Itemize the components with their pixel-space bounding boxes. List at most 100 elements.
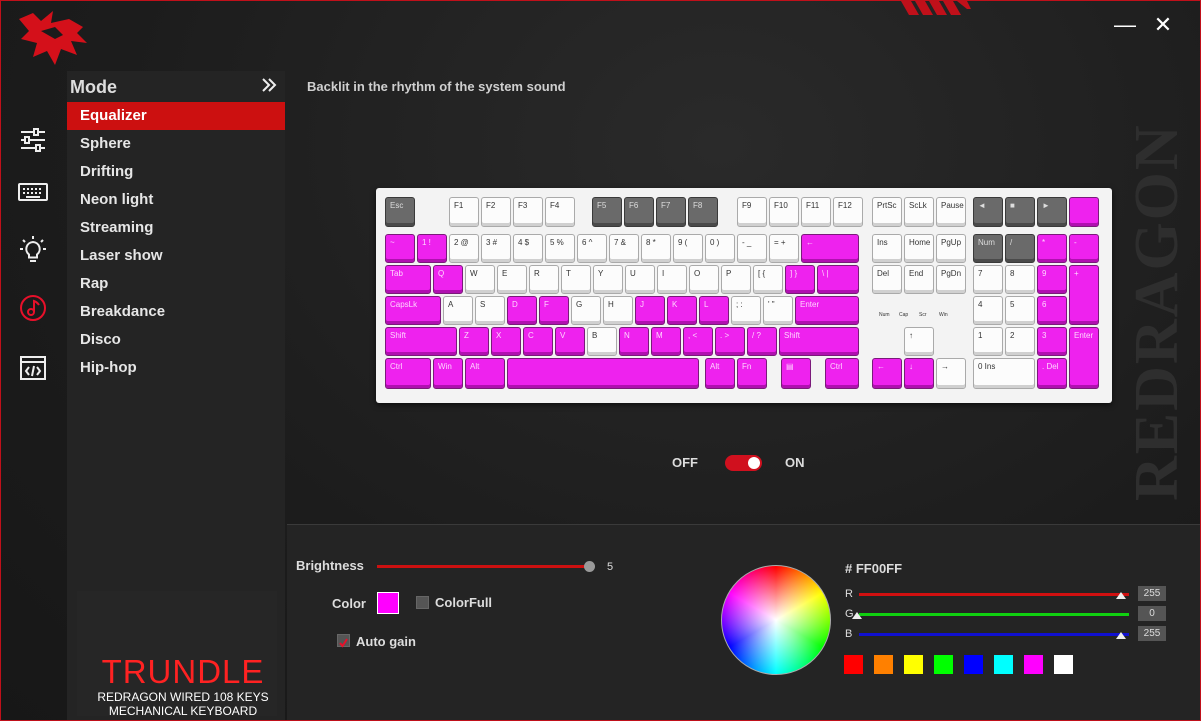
key[interactable]: 0 Ins [973,358,1035,389]
key[interactable]: ← [801,234,859,263]
key[interactable]: 7 [973,265,1003,294]
key[interactable]: C [523,327,553,356]
mode-item-drifting[interactable]: Drifting [67,158,285,186]
key[interactable]: + [1069,265,1099,325]
key[interactable]: A [443,296,473,325]
key[interactable]: F9 [737,197,767,227]
key[interactable]: \ | [817,265,859,294]
key[interactable]: Tab [385,265,431,294]
key[interactable]: 1 [973,327,1003,356]
key[interactable]: . Del [1037,358,1067,389]
key[interactable]: Num [973,234,1003,263]
key[interactable]: F4 [545,197,575,227]
key[interactable]: Del [872,265,902,294]
key[interactable]: 3 [1037,327,1067,356]
key[interactable]: 8 * [641,234,671,263]
key[interactable] [1069,197,1099,227]
preset-color-swatch[interactable] [904,655,923,674]
mode-item-neon-light[interactable]: Neon light [67,186,285,214]
key[interactable]: Pause [936,197,966,227]
key[interactable]: Z [459,327,489,356]
preset-color-swatch[interactable] [1054,655,1073,674]
mode-item-equalizer[interactable]: Equalizer [67,102,285,130]
key[interactable]: Shift [385,327,457,356]
key[interactable]: End [904,265,934,294]
key[interactable]: F10 [769,197,799,227]
key[interactable]: S [475,296,505,325]
key[interactable]: V [555,327,585,356]
key[interactable]: E [497,265,527,294]
key[interactable]: Win [433,358,463,389]
key[interactable]: ; : [731,296,761,325]
key[interactable]: * [1037,234,1067,263]
mode-item-laser-show[interactable]: Laser show [67,242,285,270]
key[interactable]: [ { [753,265,783,294]
keyboard-icon[interactable] [17,176,49,208]
key[interactable]: 0 ) [705,234,735,263]
key[interactable]: Enter [1069,327,1099,389]
key[interactable]: Alt [465,358,505,389]
mode-item-breakdance[interactable]: Breakdance [67,298,285,326]
key[interactable]: 5 % [545,234,575,263]
key[interactable]: 2 [1005,327,1035,356]
key[interactable]: J [635,296,665,325]
b-slider-thumb[interactable] [1116,632,1126,639]
g-value[interactable]: 0 [1138,606,1166,621]
key[interactable]: F12 [833,197,863,227]
g-slider-thumb[interactable] [852,612,862,619]
key[interactable]: Ctrl [385,358,431,389]
key[interactable]: ScLk [904,197,934,227]
key[interactable]: 4 $ [513,234,543,263]
double-chevron-right-icon[interactable] [259,75,279,95]
preset-color-swatch[interactable] [994,655,1013,674]
key[interactable]: Fn [737,358,767,389]
mode-item-disco[interactable]: Disco [67,326,285,354]
key[interactable]: - [1069,234,1099,263]
code-window-icon[interactable] [17,352,49,384]
music-note-icon[interactable] [17,292,49,324]
key[interactable]: 8 [1005,265,1035,294]
b-value[interactable]: 255 [1138,626,1166,641]
key[interactable]: Enter [795,296,859,325]
key[interactable]: → [936,358,966,389]
lightbulb-icon[interactable] [17,234,49,266]
r-slider-thumb[interactable] [1116,592,1126,599]
key[interactable]: PgUp [936,234,966,263]
color-wheel[interactable] [721,565,831,675]
key[interactable]: Home [904,234,934,263]
key[interactable]: Ctrl [825,358,859,389]
key[interactable]: K [667,296,697,325]
b-slider-track[interactable] [859,633,1129,636]
key[interactable]: I [657,265,687,294]
preset-color-swatch[interactable] [1024,655,1043,674]
key[interactable]: ← [872,358,902,389]
key[interactable]: Ins [872,234,902,263]
key[interactable]: Esc [385,197,415,227]
key[interactable]: B [587,327,617,356]
key[interactable]: Alt [705,358,735,389]
key[interactable]: T [561,265,591,294]
key[interactable]: P [721,265,751,294]
key[interactable]: 6 ^ [577,234,607,263]
key[interactable]: 2 @ [449,234,479,263]
key[interactable]: - _ [737,234,767,263]
key[interactable]: 3 # [481,234,511,263]
key[interactable]: F1 [449,197,479,227]
close-button[interactable]: ✕ [1149,11,1177,39]
r-slider-track[interactable] [859,593,1129,596]
g-slider-track[interactable] [859,613,1129,616]
key[interactable]: 1 ! [417,234,447,263]
brightness-slider-track[interactable] [377,565,589,568]
key[interactable]: , < [683,327,713,356]
preset-color-swatch[interactable] [964,655,983,674]
key[interactable]: PrtSc [872,197,902,227]
key[interactable]: F6 [624,197,654,227]
key[interactable]: ▤ [781,358,811,389]
mode-item-rap[interactable]: Rap [67,270,285,298]
key[interactable]: ] } [785,265,815,294]
key[interactable]: = + [769,234,799,263]
key[interactable]: F5 [592,197,622,227]
key[interactable]: ► [1037,197,1067,227]
preset-color-swatch[interactable] [844,655,863,674]
preset-color-swatch[interactable] [934,655,953,674]
